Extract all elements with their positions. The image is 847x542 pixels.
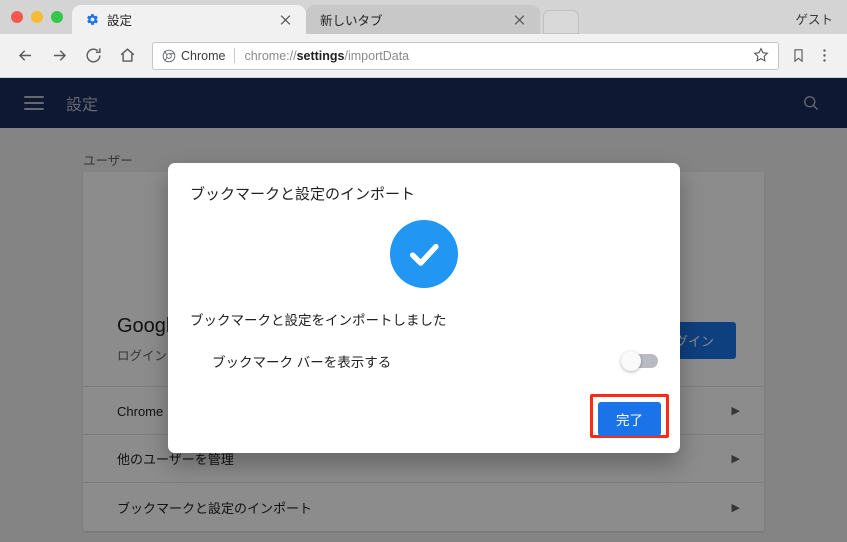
tab-new-tab[interactable]: 新しいタブ (306, 5, 540, 34)
bookmark-icon[interactable] (787, 43, 809, 69)
gear-icon (86, 13, 99, 26)
url-prefix: chrome:// (244, 48, 297, 63)
tab-strip: 設定 新しいタブ ゲスト (0, 0, 847, 34)
url-text: chrome://settings/importData (244, 49, 409, 63)
profile-label[interactable]: ゲスト (795, 9, 833, 28)
minimize-window-button[interactable] (31, 11, 43, 23)
maximize-window-button[interactable] (51, 11, 63, 23)
window-controls (11, 11, 63, 23)
site-identity-chip[interactable]: Chrome (162, 49, 225, 63)
tab-title: 設定 (107, 14, 133, 28)
toggle-knob (621, 351, 641, 371)
done-button[interactable]: 完了 (598, 402, 661, 436)
reload-icon[interactable] (80, 43, 106, 69)
tab-close-button[interactable] (279, 13, 292, 26)
three-dot-menu-icon[interactable] (813, 43, 835, 69)
close-window-button[interactable] (11, 11, 23, 23)
forward-arrow-icon[interactable] (46, 43, 72, 69)
browser-window: 設定 新しいタブ ゲスト Chrome chrome://settings/im… (0, 0, 847, 542)
address-bar[interactable]: Chrome chrome://settings/importData (152, 41, 779, 70)
omnibox-divider (234, 48, 236, 63)
tab-settings[interactable]: 設定 (72, 5, 306, 34)
browser-toolbar: Chrome chrome://settings/importData (0, 34, 847, 78)
new-tab-button[interactable] (543, 10, 579, 34)
url-suffix: /importData (344, 48, 410, 63)
url-strong: settings (296, 48, 345, 63)
tab-title: 新しいタブ (320, 14, 383, 28)
dialog-message: ブックマークと設定をインポートしました (190, 313, 447, 328)
back-arrow-icon[interactable] (12, 43, 38, 69)
star-icon[interactable] (752, 46, 772, 66)
show-bookmarks-bar-toggle[interactable] (621, 351, 658, 371)
chip-label: Chrome (181, 48, 226, 63)
tab-close-button[interactable] (513, 13, 526, 26)
chrome-logo-icon (162, 49, 176, 62)
toggle-label: ブックマーク バーを表示する (212, 355, 392, 370)
dialog-title: ブックマークと設定のインポート (190, 186, 416, 203)
show-bookmarks-bar-row: ブックマーク バーを表示する (190, 351, 658, 371)
success-check-icon (168, 220, 680, 288)
home-icon[interactable] (114, 43, 140, 69)
